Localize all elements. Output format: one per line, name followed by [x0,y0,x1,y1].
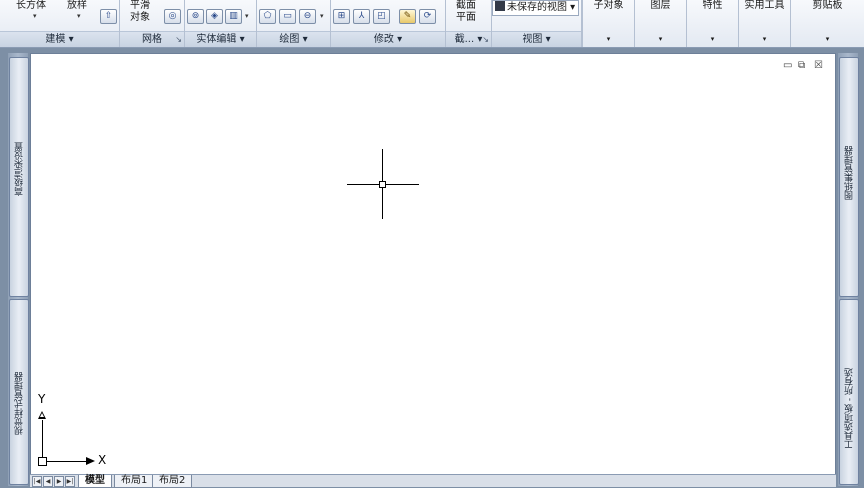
panel-view: 未保存的视图 ▾ 视图 ▾ [492,0,582,47]
panel-title-section[interactable]: 截... ▾ ↘ [446,31,491,47]
ucs-y-label: Y [38,392,46,406]
panel-mesh: 平滑 对象 ◎ 网格 ↘ [120,0,185,47]
panel-solid-edit: ⊚ ◈ ▥ ▾ 实体编辑 ▾ [185,0,257,47]
tab-layout2[interactable]: 布局2 [152,475,193,488]
ucs-x-label: X [98,453,107,467]
view-icon [495,1,505,11]
restore-icon[interactable]: ⧉ [798,60,805,71]
chevron-down-icon: ▾ [658,35,663,43]
presspull-icon[interactable]: ⇧ [100,9,117,24]
ribbon: 长方体 ▾ 放样 ▾ ⇧ 建模 ▾ 平滑 对象 ◎ 网格 ↘ ⊚ ◈ ▥ ▾ 实体… [0,0,864,48]
ucs-y-arrow-icon [38,411,46,419]
3d-move-icon[interactable]: ◰ [373,9,390,24]
union-icon[interactable]: ⊚ [187,9,204,24]
chevron-down-icon: ▾ [825,35,830,43]
3d-align-icon[interactable]: ⅄ [353,9,370,24]
panel-launcher-icon[interactable]: ↘ [482,32,489,47]
layout-tab-bar: |◀ ◀ ▶ ▶| 模型 布局1 布局2 [30,474,836,488]
named-view-select[interactable]: 未保存的视图 ▾ [492,0,579,16]
panel-clipboard[interactable]: 剪贴板 ▾ [790,0,864,47]
drawing-canvas[interactable]: ▭ ⧉ ☒ Y X [30,53,836,475]
box-dropdown-icon[interactable]: ▾ [33,12,37,20]
ucs-x-arrow-icon [86,457,95,465]
next-tab-icon[interactable]: ▶ [54,476,64,487]
panel-launcher-icon[interactable]: ↘ [175,32,182,47]
box-button[interactable]: 长方体 [16,0,46,12]
chevron-down-icon: ▾ [710,35,715,43]
chevron-down-icon: ▾ [606,35,611,43]
rectangle-icon[interactable]: ▭ [279,9,296,24]
palette-tool-palettes[interactable]: 工具选项板 - 所有选 [839,299,859,485]
polygon-icon[interactable]: ⬠ [259,9,276,24]
palette-sheet-set-manager[interactable]: 图纸集管理器 [839,57,859,297]
draw-dropdown-icon[interactable]: ▾ [320,12,324,20]
panel-title-draw[interactable]: 绘图 ▾ [257,31,330,47]
smooth-object-button[interactable]: 平滑 对象 [130,0,150,24]
ucs-x-axis [46,461,88,462]
fillet-edge-icon[interactable]: ✎ [399,9,416,24]
3d-array-icon[interactable]: ⊞ [333,9,350,24]
panel-modify: ⊞ ⅄ ◰ ✎ ⟳ 修改 ▾ [331,0,446,47]
panel-properties[interactable]: 特性 ▾ [686,0,738,47]
loft-button[interactable]: 放样 [67,0,87,12]
palette-advanced-render-settings[interactable]: 高级渲染设置 [9,57,29,297]
panel-subobject[interactable]: 子对象 ▾ [582,0,634,47]
minimize-icon[interactable]: ▭ [783,60,792,71]
panel-modeling: 长方体 ▾ 放样 ▾ ⇧ 建模 ▾ [0,0,120,47]
prev-tab-icon[interactable]: ◀ [43,476,53,487]
right-palette-dock: 图纸集管理器 工具选项板 - 所有选 [838,53,859,486]
tab-layout1[interactable]: 布局1 [114,475,155,488]
shell-icon[interactable]: ◈ [206,9,223,24]
panel-section: 截面 平面 截... ▾ ↘ [446,0,492,47]
section-plane-button[interactable]: 截面 平面 [456,0,476,24]
panel-utilities[interactable]: 实用工具 ▾ [738,0,790,47]
crosshair-pickbox [379,181,386,188]
ellipse-icon[interactable]: ⊖ [299,9,316,24]
panel-title-view[interactable]: 视图 ▾ [492,31,581,47]
first-tab-icon[interactable]: |◀ [32,476,42,487]
panel-title-mesh[interactable]: 网格 ↘ [120,31,184,47]
ucs-y-axis [42,420,43,458]
panel-title-modeling[interactable]: 建模 ▾ [0,31,119,47]
chevron-down-icon: ▾ [762,35,767,43]
panel-draw: ⬠ ▭ ⊖ ▾ 绘图 ▾ [257,0,331,47]
separate-icon[interactable]: ▥ [225,9,242,24]
panel-title-solid-edit[interactable]: 实体编辑 ▾ [185,31,256,47]
tab-model[interactable]: 模型 [78,475,112,488]
3d-rotate-icon[interactable]: ⟳ [419,9,436,24]
close-icon[interactable]: ☒ [814,60,823,71]
mesh-smooth-icon[interactable]: ◎ [164,9,181,24]
loft-dropdown-icon[interactable]: ▾ [77,12,81,20]
panel-layers[interactable]: 图层 ▾ [634,0,686,47]
solid-edit-dropdown-icon[interactable]: ▾ [245,12,249,20]
palette-visual-styles-manager[interactable]: 视觉样式管理器 [9,299,29,485]
left-palette-dock: 高级渲染设置 视觉样式管理器 [8,53,29,486]
panel-title-modify[interactable]: 修改 ▾ [331,31,445,47]
last-tab-icon[interactable]: ▶| [65,476,75,487]
